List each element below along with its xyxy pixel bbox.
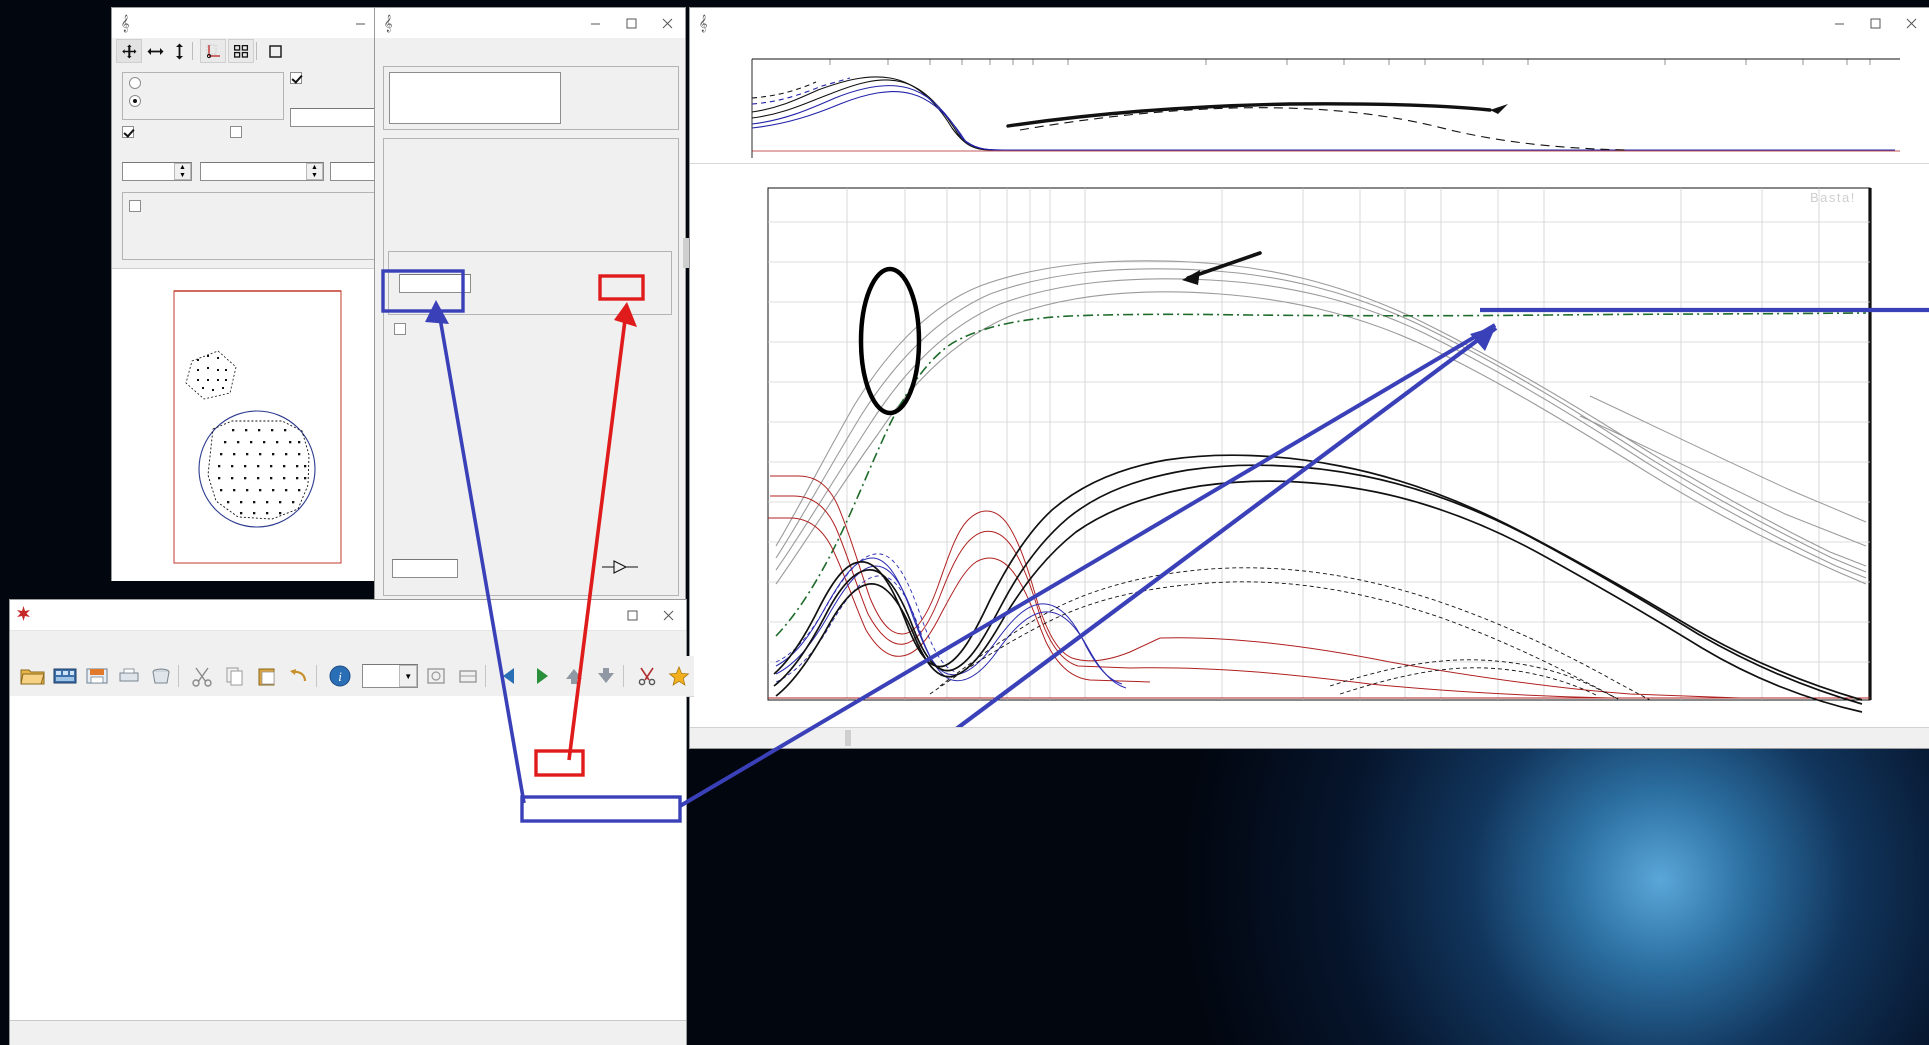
show-all-systems-checkbox[interactable] [122,126,134,139]
tab-row-4[interactable] [388,205,674,224]
close-button[interactable] [1893,8,1929,38]
horizontal-arrow-icon[interactable] [144,40,166,62]
irfanview-window[interactable]: i ▼ [10,600,694,1045]
minimize-button[interactable] [342,8,378,38]
resize-icon[interactable] [453,660,482,692]
rg-input[interactable] [392,559,458,578]
radio-disable[interactable] [129,77,141,89]
crop-icon[interactable] [421,660,450,692]
radio-enable[interactable] [129,95,141,107]
cut-icon[interactable] [188,660,217,692]
checkbox-far-field[interactable] [290,72,302,84]
save-icon[interactable] [82,660,111,692]
basta-clef-icon: 𝄞 [120,14,130,32]
close-button[interactable] [650,600,686,630]
document-heading [16,704,26,725]
next-icon[interactable] [527,660,556,692]
basta-clef-icon: 𝄞 [383,14,393,32]
undo-icon[interactable] [284,660,313,692]
spl-chart-curves: Basta! [767,187,1929,728]
basta-body [375,38,685,600]
paste-icon[interactable] [252,660,281,692]
edge-sources-stepper[interactable]: ▲ ▼ [122,162,192,181]
slideshow-icon[interactable] [50,660,79,692]
basta-titlebar[interactable]: 𝄞 [375,8,685,39]
rect-icon[interactable] [264,40,286,62]
grid-icon[interactable] [228,39,254,63]
axes-icon[interactable] [200,39,226,63]
driver-density-spin[interactable]: ▲ ▼ [306,163,323,180]
response-window[interactable]: 𝄞 Basta! [690,8,1929,748]
checkbox-show-all[interactable] [122,126,134,138]
move-icon[interactable] [116,39,142,63]
onwall-checkbox[interactable] [129,200,141,213]
far-field-checkbox[interactable] [290,72,302,85]
spl-chart[interactable]: Basta! [690,166,1929,728]
vertical-arrow-icon[interactable] [168,40,190,62]
amplifier-symbol-icon [602,560,638,574]
first-icon[interactable] [559,660,588,692]
tab-row-3[interactable] [388,185,674,204]
checkbox-onwall[interactable] [129,200,141,212]
group-delay-chart[interactable] [690,38,1929,164]
zoom-combo[interactable]: ▼ [361,664,419,688]
diffraction-disable-radio[interactable] [129,77,141,90]
chevron-down-icon[interactable]: ▼ [399,665,418,687]
system-parameters-group [383,138,679,596]
voltage-limit-group [388,251,672,315]
basta-main-window[interactable]: 𝄞 [375,8,689,600]
maximize-button[interactable] [614,600,650,630]
svg-text:i: i [338,669,342,684]
response-scroll-handle[interactable] [845,730,851,746]
tab-row-2[interactable] [388,165,674,184]
basta-watermark: Basta! [1810,190,1856,205]
system-list-group [383,66,679,130]
maximize-button[interactable] [613,8,649,38]
checkbox-acbass[interactable] [394,323,406,335]
settings-icon[interactable] [633,660,662,692]
top-chart-curves [751,58,1900,158]
minimize-button[interactable] [577,8,613,38]
response-titlebar[interactable]: 𝄞 [690,8,1929,39]
info-icon[interactable]: i [326,660,355,692]
favorite-icon[interactable] [665,660,694,692]
tab-row-5[interactable] [388,225,674,244]
close-button[interactable] [649,8,685,38]
driver-density-stepper[interactable]: ▲ ▼ [200,162,324,181]
copy-icon[interactable] [220,660,249,692]
checkbox-common-mic[interactable] [230,126,242,138]
delete-icon[interactable] [146,660,175,692]
basta-menubar[interactable] [375,38,685,45]
diffraction-group [122,72,284,120]
prev-icon[interactable] [495,660,524,692]
common-mic-checkbox[interactable] [230,126,242,139]
irfanview-icon [10,605,36,625]
minimize-button[interactable] [1821,8,1857,38]
tab-row-1[interactable] [388,145,674,164]
irfanview-toolbar[interactable]: i ▼ [10,656,694,697]
irfanview-statusbar [10,1020,686,1045]
maximize-button[interactable] [1857,8,1893,38]
response-scrollbar[interactable] [690,727,1929,748]
last-icon[interactable] [591,660,620,692]
max-voltage-input[interactable] [399,274,471,293]
open-icon[interactable] [18,660,47,692]
irfanview-image-area[interactable] [10,696,686,1021]
use-acbass-checkbox[interactable] [394,323,406,336]
irfanview-menubar[interactable] [10,631,686,638]
basta-scroll-handle[interactable] [683,238,689,268]
basta-clef-icon: 𝄞 [698,14,708,32]
diffraction-enable-radio[interactable] [129,95,141,108]
system-list[interactable] [389,72,561,124]
print-icon[interactable] [114,660,143,692]
irfanview-titlebar[interactable] [10,600,686,631]
edge-sources-spin[interactable]: ▲ ▼ [174,163,191,180]
